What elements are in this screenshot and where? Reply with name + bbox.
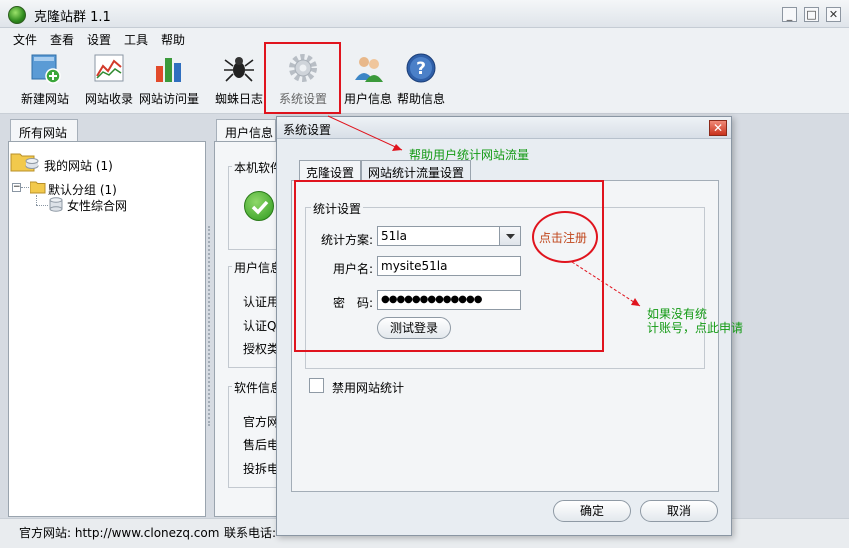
annotation-top-note: 帮助用户统计网站流量 (409, 148, 530, 162)
annotation-side-note-line2: 计账号，点此申请 (647, 321, 744, 335)
annotation-arrows (327, 115, 641, 307)
